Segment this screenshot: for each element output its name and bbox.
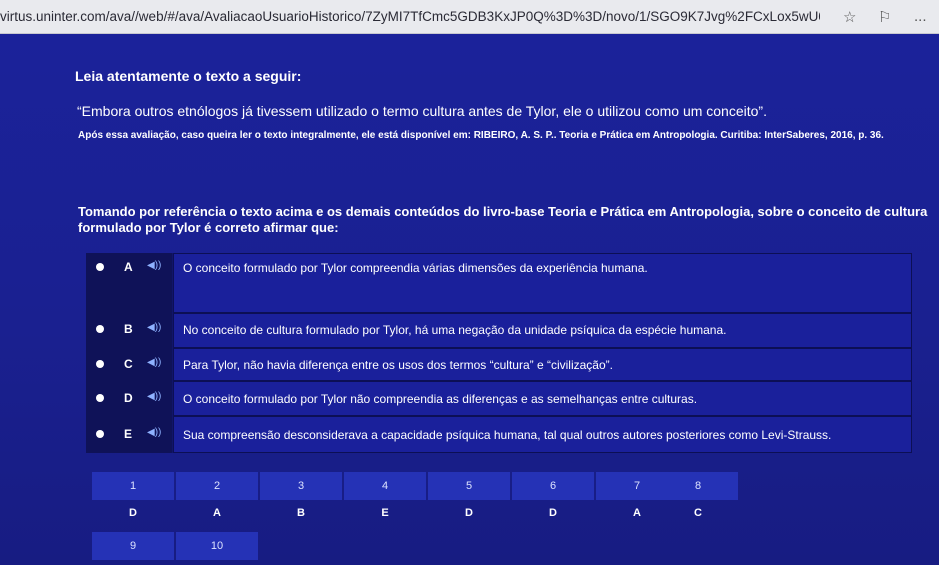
option-b[interactable]: B ◀)) No conceito de cultura formulado p… <box>86 313 912 348</box>
option-letter: C <box>124 357 133 371</box>
radio-bullet-icon[interactable] <box>96 394 104 402</box>
option-c[interactable]: C ◀)) Para Tylor, não havia diferença en… <box>86 348 912 381</box>
speaker-icon[interactable]: ◀)) <box>147 427 161 438</box>
radio-bullet-icon[interactable] <box>96 325 104 333</box>
question-nav-2[interactable]: 2 <box>176 472 258 500</box>
question-stem: Tomando por referência o texto acima e o… <box>78 204 928 236</box>
stem-part-1: Tomando por referência o texto acima e o… <box>78 204 549 219</box>
answer-label-6: D <box>549 507 557 519</box>
speaker-icon[interactable]: ◀)) <box>147 322 161 333</box>
instruction-text: Leia atentamente o texto a seguir: <box>75 68 302 84</box>
option-letter: B <box>124 322 133 336</box>
option-d[interactable]: D ◀)) O conceito formulado por Tylor não… <box>86 381 912 416</box>
source-citation: Após essa avaliação, caso queira ler o t… <box>78 130 884 141</box>
option-e[interactable]: E ◀)) Sua compreensão desconsiderava a c… <box>86 416 912 453</box>
option-text: O conceito formulado por Tylor compreend… <box>183 261 648 275</box>
radio-bullet-icon[interactable] <box>96 263 104 271</box>
answer-label-1: D <box>129 507 137 519</box>
speaker-icon[interactable]: ◀)) <box>147 391 161 402</box>
star-icon[interactable]: ☆ <box>843 8 856 26</box>
url-text[interactable]: virtus.uninter.com/ava//web/#/ava/Avalia… <box>0 9 820 24</box>
option-text: No conceito de cultura formulado por Tyl… <box>183 323 727 337</box>
question-nav-5[interactable]: 5 <box>428 472 510 500</box>
question-nav-9[interactable]: 9 <box>92 532 174 560</box>
option-text: Sua compreensão desconsiderava a capacid… <box>183 428 832 442</box>
answer-label-3: B <box>297 507 305 519</box>
bookmark-icon[interactable]: ⚐ <box>878 8 891 26</box>
stem-book-title: Teoria e Prática em Antropologia <box>548 204 751 219</box>
radio-bullet-icon[interactable] <box>96 360 104 368</box>
speaker-icon[interactable]: ◀)) <box>147 357 161 368</box>
speaker-icon[interactable]: ◀)) <box>147 260 161 271</box>
answer-label-4: E <box>381 507 389 519</box>
quote-text: “Embora outros etnólogos já tivessem uti… <box>77 103 767 119</box>
question-nav-1[interactable]: 1 <box>92 472 174 500</box>
question-nav-6[interactable]: 6 <box>512 472 594 500</box>
assessment-page: Leia atentamente o texto a seguir: “Embo… <box>0 34 939 565</box>
question-nav-8[interactable]: 8 <box>658 472 738 500</box>
question-nav-3[interactable]: 3 <box>260 472 342 500</box>
radio-bullet-icon[interactable] <box>96 430 104 438</box>
answer-options: A ◀)) O conceito formulado por Tylor com… <box>86 253 912 453</box>
answer-label-5: D <box>465 507 473 519</box>
option-a[interactable]: A ◀)) O conceito formulado por Tylor com… <box>86 253 912 313</box>
option-letter: E <box>124 427 133 441</box>
browser-address-bar[interactable]: virtus.uninter.com/ava//web/#/ava/Avalia… <box>0 0 939 34</box>
option-text: O conceito formulado por Tylor não compr… <box>183 392 698 406</box>
answer-label-2: A <box>213 507 221 519</box>
more-menu-icon[interactable]: ... <box>914 8 927 25</box>
option-letter: A <box>124 260 133 274</box>
option-text: Para Tylor, não havia diferença entre os… <box>183 358 613 372</box>
option-letter: D <box>124 391 133 405</box>
answer-label-8: C <box>694 507 702 519</box>
question-nav-4[interactable]: 4 <box>344 472 426 500</box>
question-nav-10[interactable]: 10 <box>176 532 258 560</box>
